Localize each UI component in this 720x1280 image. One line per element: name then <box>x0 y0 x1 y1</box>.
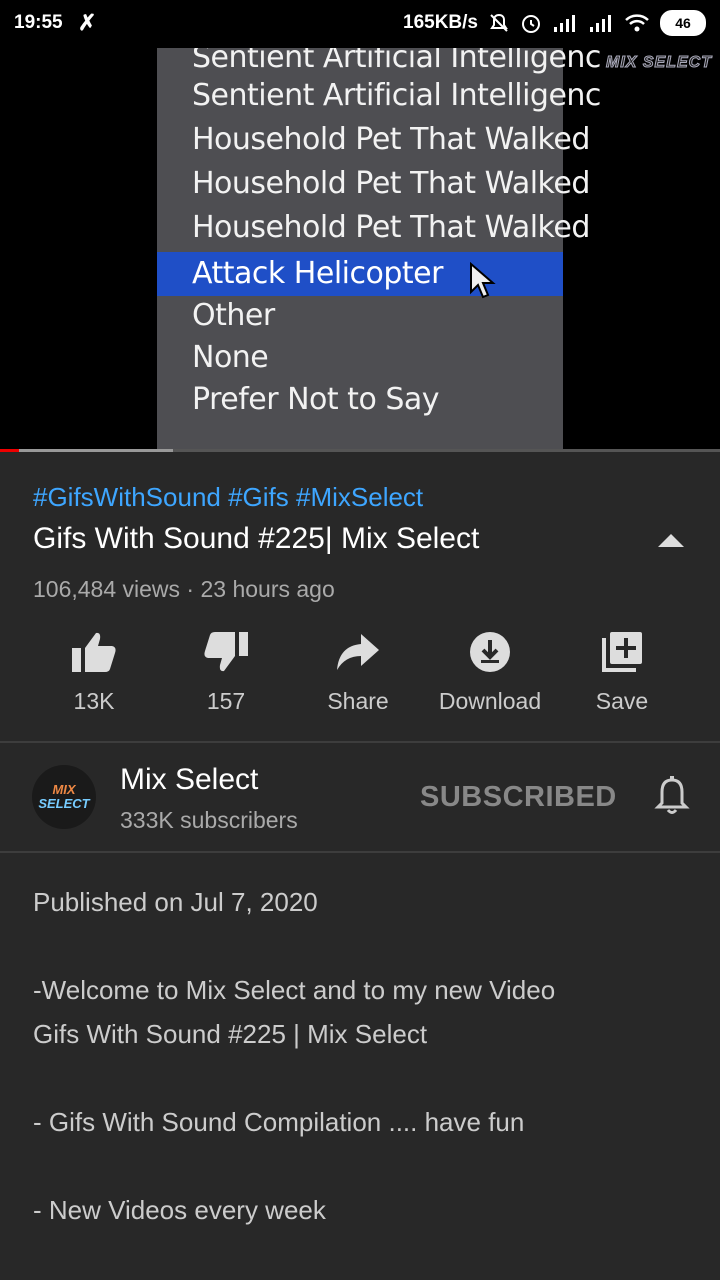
notification-bell-icon[interactable] <box>654 775 690 815</box>
video-meta: 106,484 views · 23 hours ago <box>33 576 335 602</box>
progress-fill <box>0 449 19 452</box>
like-button[interactable]: 13K <box>28 624 160 715</box>
channel-row: MIX SELECT Mix Select 333K subscribers S… <box>0 743 720 851</box>
description-line: - New Videos every week <box>33 1195 326 1225</box>
menu-item: Sentient Artificial Intelligenc <box>192 48 601 75</box>
download-label: Download <box>438 688 542 714</box>
hashtag-links[interactable]: #GifsWithSound #Gifs #MixSelect <box>33 482 423 513</box>
description-line: - Gifs With Sound Compilation .... have … <box>33 1107 525 1137</box>
status-icons: 165KB/s 46 <box>403 10 706 36</box>
video-frame-dropdown: Sentient Artificial Intelligenc Sentient… <box>157 48 601 452</box>
share-label: Share <box>327 688 389 714</box>
share-icon <box>337 634 379 670</box>
save-button[interactable]: Save <box>556 624 688 715</box>
description-line: Gifs With Sound #225 | Mix Select <box>33 1019 428 1049</box>
channel-avatar[interactable]: MIX SELECT <box>32 765 96 829</box>
menu-item: Other <box>192 298 275 333</box>
dislike-button[interactable]: 157 <box>160 624 292 715</box>
video-description: Published on Jul 7, 2020 -Welcome to Mix… <box>33 880 683 1232</box>
subscriber-count: 333K subscribers <box>120 807 298 833</box>
menu-item: Prefer Not to Say <box>192 382 440 417</box>
mouse-cursor-icon <box>470 262 496 299</box>
status-bar: 19:55 ✗ 165KB/s 46 <box>0 0 720 48</box>
collapse-description-icon[interactable] <box>658 534 684 547</box>
wifi-icon <box>625 14 649 32</box>
signal-icon <box>554 15 575 32</box>
save-label: Save <box>595 688 649 714</box>
action-row: 13K 157 Share Download Save <box>28 624 692 724</box>
thumbs-down-icon <box>204 632 248 672</box>
menu-item: Sentient Artificial Intelligenc <box>192 78 601 113</box>
avatar-text-2: SELECT <box>38 796 90 811</box>
video-player[interactable]: Sentient Artificial Intelligenc Sentient… <box>0 48 720 452</box>
channel-watermark: MIX SELECT <box>605 54 712 72</box>
menu-item-selected: Attack Helicopter <box>157 252 563 296</box>
alarm-icon <box>522 15 540 33</box>
divider <box>0 851 720 853</box>
share-button[interactable]: Share <box>292 624 424 715</box>
progress-buffer <box>18 449 173 452</box>
avatar-text-1: MIX <box>52 782 76 797</box>
mute-icon <box>490 13 508 32</box>
menu-item: Household Pet That Walked <box>192 122 590 157</box>
channel-name[interactable]: Mix Select <box>120 763 258 797</box>
download-icon <box>470 632 510 672</box>
menu-item: None <box>192 340 269 375</box>
download-button[interactable]: Download <box>424 624 556 715</box>
video-title: Gifs With Sound #225| Mix Select <box>33 522 480 555</box>
signal-icon <box>590 15 611 32</box>
battery-icon: 46 <box>660 10 706 36</box>
thumbs-up-icon <box>72 632 116 672</box>
status-time: 19:55 <box>14 12 63 33</box>
network-speed: 165KB/s <box>403 12 478 33</box>
app-icon: ✗ <box>78 10 97 35</box>
publish-date: Published on Jul 7, 2020 <box>33 887 318 917</box>
progress-bar[interactable] <box>0 449 720 452</box>
menu-item: Household Pet That Walked <box>192 210 590 245</box>
add-to-playlist-icon <box>602 632 642 672</box>
description-line: -Welcome to Mix Select and to my new Vid… <box>33 975 556 1005</box>
menu-item: Household Pet That Walked <box>192 166 590 201</box>
dislike-count: 157 <box>206 688 246 714</box>
like-count: 13K <box>73 688 115 714</box>
subscribed-button[interactable]: SUBSCRIBED <box>420 781 617 814</box>
